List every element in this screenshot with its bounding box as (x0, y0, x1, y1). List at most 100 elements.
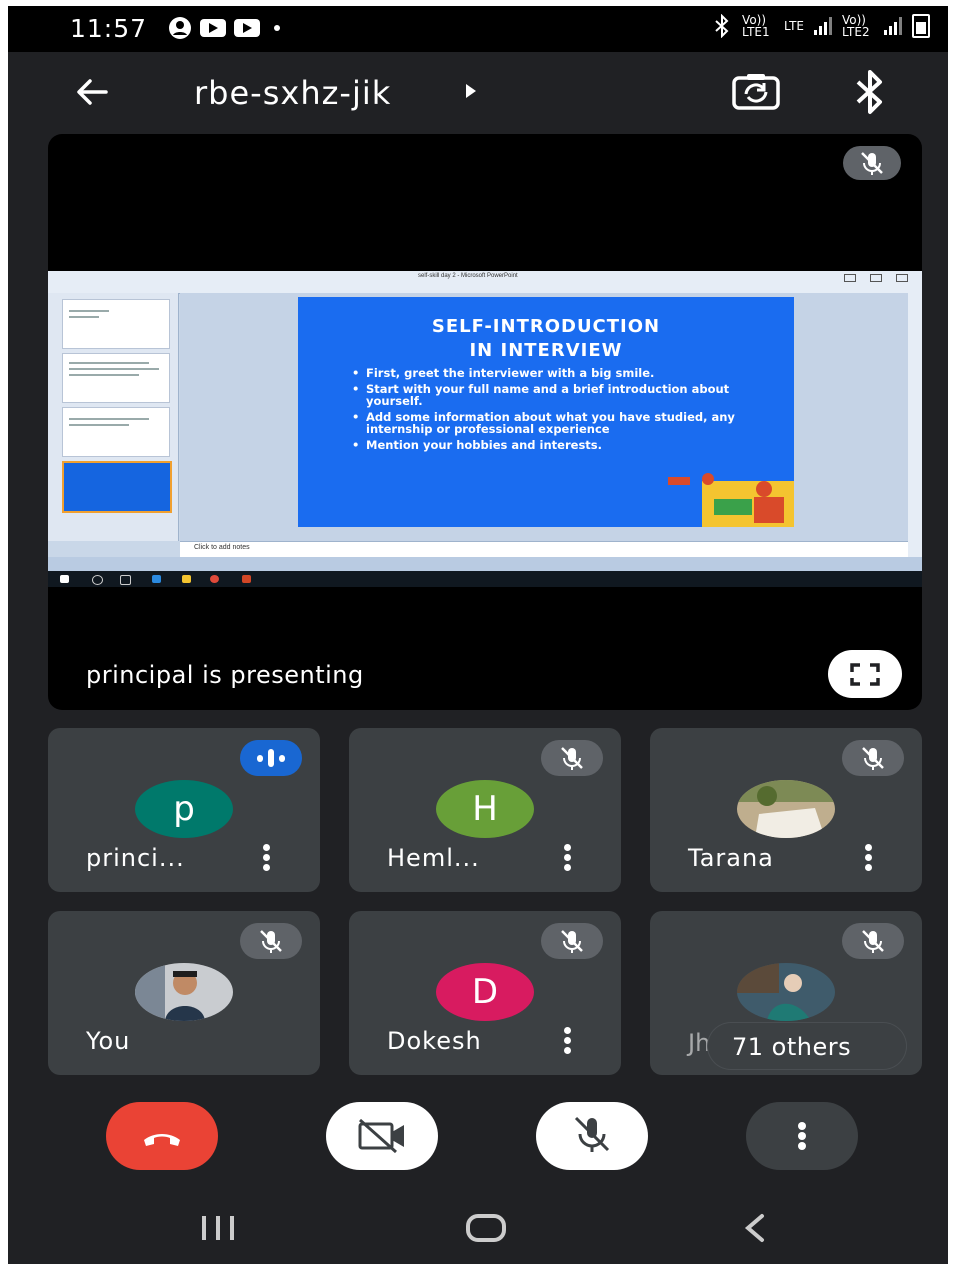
bluetooth-icon (715, 14, 729, 38)
slide-bullet: First, greet the interviewer with a big … (352, 367, 772, 379)
slide-canvas: SELF-INTRODUCTION IN INTERVIEW First, gr… (180, 293, 908, 541)
participant-name: Dokesh (387, 1027, 482, 1055)
caret-right-icon[interactable] (466, 84, 476, 98)
presenting-label: principal is presenting (86, 661, 364, 689)
chrome-icon (210, 575, 219, 583)
maximize-icon (870, 274, 882, 282)
account-icon (169, 17, 191, 39)
close-icon (896, 274, 908, 282)
notification-dot-icon (274, 25, 280, 31)
mic-off-icon (843, 146, 901, 180)
participant-tile[interactable]: H Heml... (349, 728, 621, 892)
presentation-stage[interactable]: self-skill day 2 - Microsoft PowerPoint … (48, 134, 922, 710)
more-vert-icon[interactable] (260, 844, 272, 874)
system-nav-bar (8, 1196, 948, 1264)
more-options-button[interactable] (746, 1102, 858, 1170)
powerpoint-icon (242, 575, 251, 583)
more-vert-icon[interactable] (561, 844, 573, 874)
more-vert-icon (798, 1122, 806, 1150)
end-call-icon (144, 1134, 180, 1146)
fullscreen-button[interactable] (828, 650, 902, 698)
mic-off-icon (842, 923, 904, 959)
slide-thumbnail (62, 299, 170, 349)
data-label: LTE (784, 19, 804, 33)
ppt-window-title: self-skill day 2 - Microsoft PowerPoint (418, 273, 518, 279)
participant-tile[interactable]: D Dokesh (349, 911, 621, 1075)
sim1-label: Vo)) LTE1 (742, 13, 770, 39)
camera-off-icon (358, 1118, 404, 1154)
minimize-icon (844, 274, 856, 282)
switch-camera-icon[interactable] (730, 70, 782, 114)
signal-icon (884, 17, 902, 35)
mic-off-icon (541, 740, 603, 776)
slide-title-line: IN INTERVIEW (469, 340, 623, 361)
participant-name: Jh (688, 1029, 711, 1057)
participant-tile[interactable]: p princi... (48, 728, 320, 892)
avatar: D (436, 963, 534, 1021)
participant-name: Heml... (387, 844, 480, 872)
signal-icon (814, 17, 832, 35)
avatar: H (436, 780, 534, 838)
avatar: p (135, 780, 233, 838)
clock: 11:57 (70, 14, 148, 43)
more-vert-icon[interactable] (862, 844, 874, 874)
participant-name: You (86, 1027, 131, 1055)
edge-icon (152, 575, 161, 583)
participant-name: princi... (86, 844, 185, 872)
meeting-code[interactable]: rbe-sxhz-jik (194, 74, 391, 112)
slide-illustration (668, 473, 794, 527)
back-icon[interactable] (738, 1210, 770, 1246)
notification-icons (168, 16, 280, 40)
current-slide: SELF-INTRODUCTION IN INTERVIEW First, gr… (298, 297, 794, 527)
participant-tile[interactable]: Tarana (650, 728, 922, 892)
participant-tile-self[interactable]: You (48, 911, 320, 1075)
battery-icon (912, 14, 930, 38)
system-icons: Vo)) LTE1 LTE Vo)) LTE2 (712, 14, 930, 38)
recents-icon[interactable] (196, 1210, 240, 1246)
slide-bullet: Mention your hobbies and interests. (352, 439, 772, 451)
mic-off-icon (240, 923, 302, 959)
ppt-scrollbar (908, 293, 922, 557)
slide-bullets: First, greet the interviewer with a big … (352, 367, 772, 455)
mic-off-icon (541, 923, 603, 959)
youtube-icon (200, 19, 226, 37)
avatar-photo (737, 780, 835, 838)
avatar-photo (737, 963, 835, 1021)
home-icon[interactable] (464, 1210, 508, 1246)
avatar-photo (135, 963, 233, 1021)
search-icon (92, 575, 103, 585)
slide-title: SELF-INTRODUCTION IN INTERVIEW (298, 315, 794, 363)
participant-tile[interactable]: Jh 71 others (650, 911, 922, 1075)
slide-bullet: Add some information about what you have… (352, 411, 772, 435)
shared-screen: self-skill day 2 - Microsoft PowerPoint … (48, 271, 922, 571)
slide-title-line: SELF-INTRODUCTION (431, 316, 661, 337)
mic-off-icon (842, 740, 904, 776)
camera-toggle-button[interactable] (326, 1102, 438, 1170)
ppt-notes: Click to add notes (180, 541, 908, 558)
sim2-label: Vo)) LTE2 (842, 13, 870, 39)
ppt-ribbon: self-skill day 2 - Microsoft PowerPoint (48, 271, 922, 294)
others-count-label[interactable]: 71 others (732, 1033, 851, 1061)
slide-thumbnail (62, 407, 170, 457)
more-vert-icon[interactable] (561, 1027, 573, 1057)
fullscreen-icon (850, 663, 880, 686)
slide-thumbnail-selected (62, 461, 172, 513)
bluetooth-icon[interactable] (850, 68, 890, 116)
notes-placeholder: Click to add notes (194, 544, 250, 551)
speaking-indicator (240, 740, 302, 776)
youtube-icon (234, 19, 260, 37)
slide-thumbnails (48, 293, 179, 541)
phone-screen: 11:57 Vo)) LTE1 LTE Vo)) LTE2 rbe-sxhz-j… (8, 6, 948, 1264)
end-call-button[interactable] (106, 1102, 218, 1170)
slide-thumbnail (62, 353, 170, 403)
mic-off-icon (574, 1116, 610, 1152)
participant-name: Tarana (688, 844, 774, 872)
status-bar: 11:57 Vo)) LTE1 LTE Vo)) LTE2 (8, 6, 948, 52)
windows-start-icon (60, 575, 69, 583)
ppt-status-bar (48, 557, 922, 571)
explorer-icon (182, 575, 191, 583)
meeting-top-bar: rbe-sxhz-jik (8, 52, 948, 134)
arrow-left-icon[interactable] (72, 72, 112, 112)
microphone-toggle-button[interactable] (536, 1102, 648, 1170)
windows-taskbar (48, 571, 922, 587)
